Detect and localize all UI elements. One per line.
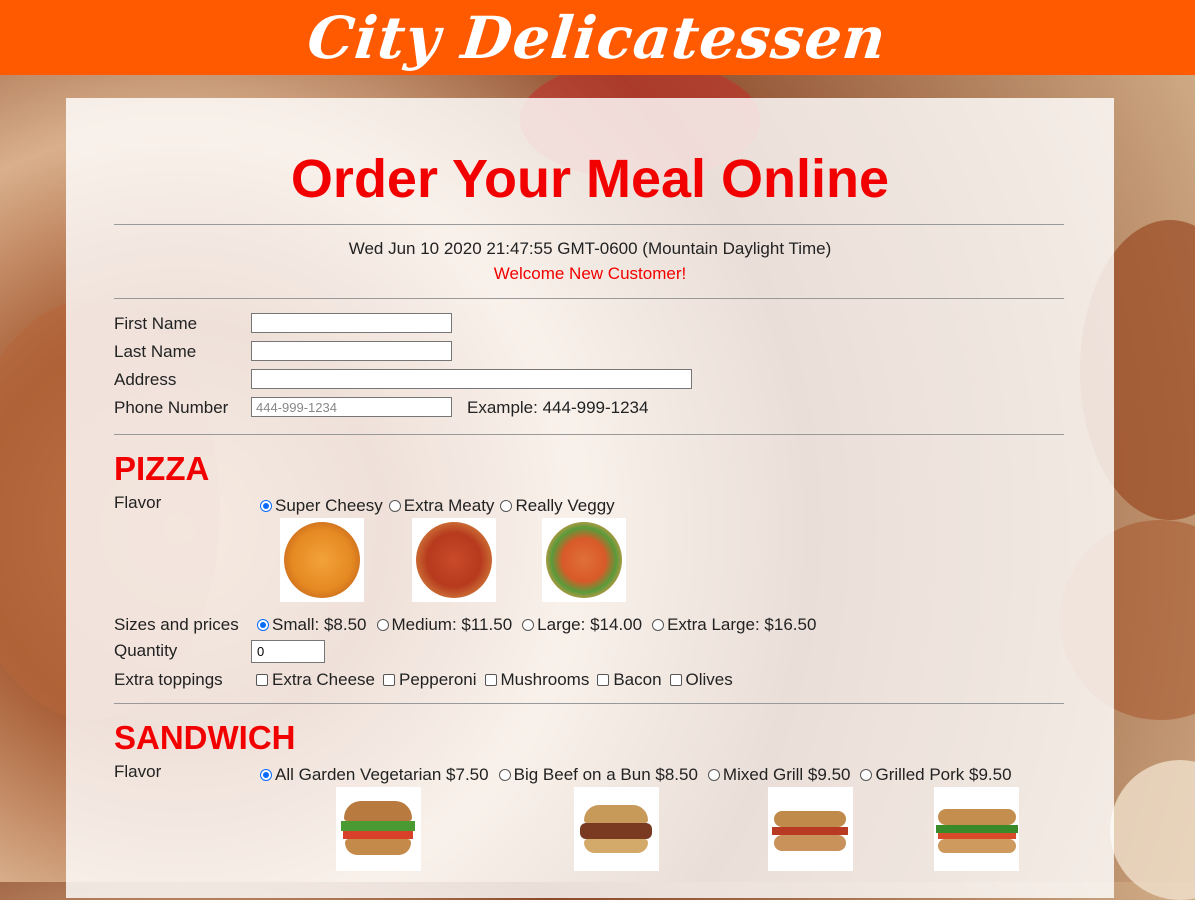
current-datetime: Wed Jun 10 2020 21:47:55 GMT-0600 (Mount…	[348, 239, 832, 258]
radio-button[interactable]	[652, 619, 665, 631]
checkbox[interactable]	[383, 674, 395, 686]
checkbox[interactable]	[256, 674, 268, 686]
sandwich-flavor-option[interactable]: Big Beef on a Bun $8.50	[498, 765, 698, 785]
divider	[114, 298, 1064, 299]
sizes-label: Sizes and prices	[114, 615, 239, 634]
beef-sandwich-image	[574, 787, 659, 871]
address-label: Address	[114, 370, 177, 389]
radio-button[interactable]	[522, 619, 535, 631]
sandwich-flavor-option[interactable]: All Garden Vegetarian $7.50	[260, 765, 489, 785]
checkbox[interactable]	[484, 674, 497, 686]
pizza-size-options: Small: $8.50 Medium: $11.50 Large: $14.0…	[257, 615, 822, 635]
radio-button[interactable]	[860, 769, 873, 781]
sandwich-heading: SANDWICH	[114, 719, 296, 756]
phone-label: Phone Number	[114, 398, 229, 417]
size-option[interactable]: Medium: $11.50	[376, 615, 512, 635]
toppings-options: Extra Cheese Pepperoni Mushrooms Bacon O…	[256, 670, 739, 690]
topping-option[interactable]: Bacon	[597, 670, 662, 690]
radio-button[interactable]	[257, 619, 269, 631]
site-title: City Delicatessen	[304, 3, 891, 72]
phone-input[interactable]	[251, 397, 452, 417]
pizza-flavor-options: Super Cheesy Extra Meaty Really Veggy	[260, 496, 621, 516]
sandwich-flavor-option[interactable]: Mixed Grill $9.50	[707, 765, 850, 785]
sandwich-flavor-option[interactable]: Grilled Pork $9.50	[860, 765, 1012, 785]
pizza-flavor-label: Flavor	[114, 493, 162, 512]
last-name-label: Last Name	[114, 342, 197, 361]
grilled-pork-sandwich-image	[934, 787, 1019, 871]
mixed-grill-sandwich-image	[768, 787, 853, 871]
size-option[interactable]: Small: $8.50	[257, 615, 367, 635]
radio-button[interactable]	[260, 500, 272, 512]
welcome-message: Welcome New Customer!	[493, 264, 687, 283]
super-cheesy-pizza-image	[280, 518, 364, 602]
pizza-flavor-option[interactable]: Super Cheesy	[260, 496, 383, 516]
pizza-flavor-option[interactable]: Extra Meaty	[388, 496, 494, 516]
divider	[114, 224, 1064, 225]
sandwich-flavor-label: Flavor	[114, 762, 162, 781]
checkbox[interactable]	[597, 674, 610, 686]
size-option[interactable]: Extra Large: $16.50	[652, 615, 816, 635]
vegetarian-sandwich-image	[336, 787, 421, 871]
address-input[interactable]	[251, 369, 692, 389]
page-title: Order Your Meal Online	[290, 149, 890, 209]
last-name-input[interactable]	[251, 341, 452, 361]
site-banner: City Delicatessen	[0, 0, 1195, 75]
radio-button[interactable]	[260, 769, 272, 781]
radio-button[interactable]	[500, 500, 513, 512]
really-veggy-pizza-image	[542, 518, 626, 602]
toppings-label: Extra toppings	[114, 670, 223, 689]
radio-button[interactable]	[498, 769, 511, 781]
phone-example: Example: 444-999-1234	[467, 398, 649, 417]
first-name-label: First Name	[114, 314, 198, 333]
radio-button[interactable]	[388, 500, 401, 512]
order-form-panel: Order Your Meal Online Wed Jun 10 2020 2…	[66, 98, 1114, 898]
first-name-input[interactable]	[251, 313, 452, 333]
divider	[114, 434, 1064, 435]
quantity-label: Quantity	[114, 641, 178, 660]
pizza-flavor-option[interactable]: Really Veggy	[500, 496, 615, 516]
topping-option[interactable]: Olives	[669, 670, 733, 690]
divider	[114, 703, 1064, 704]
size-option[interactable]: Large: $14.00	[522, 615, 642, 635]
quantity-input[interactable]	[251, 640, 325, 663]
topping-option[interactable]: Extra Cheese	[256, 670, 375, 690]
extra-meaty-pizza-image	[412, 518, 496, 602]
radio-button[interactable]	[707, 769, 720, 781]
topping-option[interactable]: Pepperoni	[383, 670, 477, 690]
radio-button[interactable]	[376, 619, 389, 631]
checkbox[interactable]	[669, 674, 682, 686]
pizza-heading: PIZZA	[114, 450, 210, 487]
sandwich-flavor-options: All Garden Vegetarian $7.50 Big Beef on …	[260, 765, 1018, 785]
topping-option[interactable]: Mushrooms	[484, 670, 589, 690]
